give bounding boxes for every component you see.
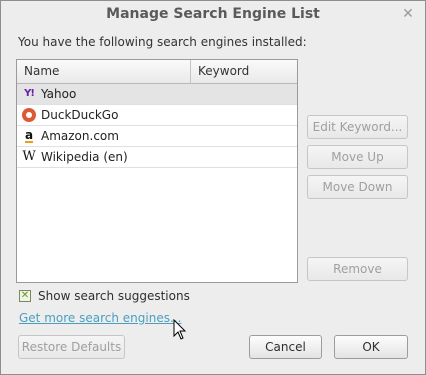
show-suggestions-checkbox[interactable]: ✕ xyxy=(19,290,31,302)
list-item[interactable]: a Amazon.com xyxy=(17,126,297,147)
cancel-button[interactable]: Cancel xyxy=(249,335,322,359)
engine-name: Amazon.com xyxy=(41,129,119,143)
remove-button[interactable]: Remove xyxy=(307,257,408,281)
show-suggestions-label[interactable]: Show search suggestions xyxy=(38,289,190,303)
close-icon[interactable]: ✕ xyxy=(401,7,415,21)
move-down-button[interactable]: Move Down xyxy=(307,175,408,199)
column-header-name[interactable]: Name xyxy=(17,60,191,83)
mouse-pointer-icon xyxy=(173,319,187,340)
dialog-title: Manage Search Engine List xyxy=(106,6,320,22)
amazon-icon: a xyxy=(24,128,34,143)
ok-button[interactable]: OK xyxy=(334,335,408,359)
list-item[interactable]: W Wikipedia (en) xyxy=(17,147,297,168)
yahoo-icon: Y! xyxy=(24,88,35,99)
column-header-keyword[interactable]: Keyword xyxy=(191,60,297,83)
duckduckgo-icon xyxy=(21,107,37,123)
list-item[interactable]: Y! Yahoo xyxy=(17,84,297,105)
wikipedia-icon: W xyxy=(22,149,36,164)
move-up-button[interactable]: Move Up xyxy=(307,145,408,169)
search-engine-list[interactable]: Name Keyword Y! Yahoo DuckDuckGo a Amazo… xyxy=(16,59,298,283)
engine-name: Yahoo xyxy=(41,87,77,101)
edit-keyword-button[interactable]: Edit Keyword... xyxy=(307,115,408,139)
get-more-engines-link[interactable]: Get more search engines... xyxy=(19,311,181,325)
manage-search-engines-dialog: Manage Search Engine List ✕ You have the… xyxy=(0,0,426,375)
title-bar[interactable]: Manage Search Engine List ✕ xyxy=(1,1,425,27)
list-item[interactable]: DuckDuckGo xyxy=(17,105,297,126)
list-header: Name Keyword xyxy=(17,60,297,84)
engine-name: DuckDuckGo xyxy=(41,108,119,122)
intro-text: You have the following search engines in… xyxy=(18,35,307,49)
restore-defaults-button[interactable]: Restore Defaults xyxy=(18,335,125,359)
engine-name: Wikipedia (en) xyxy=(41,150,128,164)
